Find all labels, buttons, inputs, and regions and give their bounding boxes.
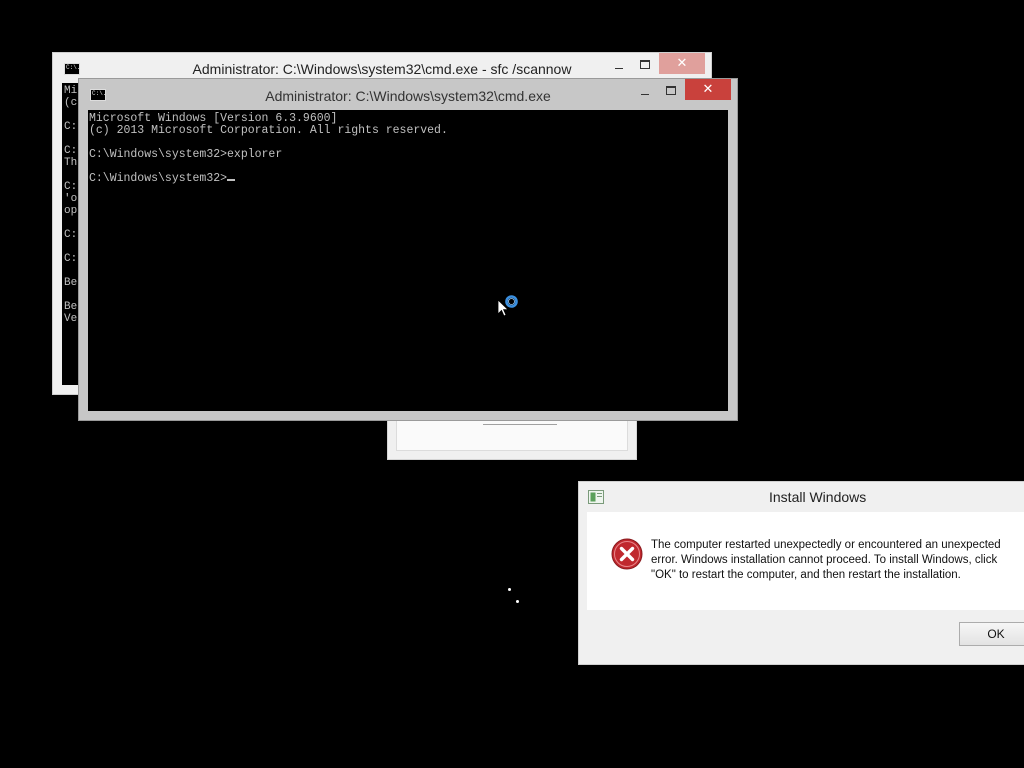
hidden-dialog-button[interactable] — [483, 421, 557, 425]
error-message: The computer restarted unexpectedly or e… — [651, 539, 1001, 581]
desktop-dot — [516, 600, 519, 603]
install-dialog-title: Install Windows — [769, 489, 867, 505]
cmd-prompt: C:\Windows\system32> — [89, 172, 228, 185]
minimize-button[interactable] — [607, 53, 631, 75]
cmd-titlebar[interactable]: C:\. Administrator: C:\Windows\system32\… — [79, 79, 737, 109]
cmd-console[interactable]: Microsoft Windows [Version 6.3.9600] (c)… — [88, 110, 728, 411]
install-dialog-content: The computer restarted unexpectedly or e… — [587, 512, 1024, 610]
close-button[interactable]: ✕ — [659, 53, 705, 74]
desktop-dot — [508, 588, 511, 591]
maximize-button[interactable] — [659, 79, 683, 101]
install-windows-dialog[interactable]: Install Windows The computer restarted u… — [578, 481, 1024, 665]
install-dialog-titlebar[interactable]: Install Windows — [579, 482, 1024, 512]
cmd-window[interactable]: C:\. Administrator: C:\Windows\system32\… — [78, 78, 738, 421]
text-cursor — [227, 179, 236, 181]
busy-cursor-icon — [497, 295, 518, 317]
ok-button[interactable]: OK — [959, 622, 1024, 646]
error-icon — [611, 538, 643, 570]
cmd-output-lines: Microsoft Windows [Version 6.3.9600] (c)… — [89, 112, 448, 161]
cmd-output: Microsoft Windows [Version 6.3.9600] (c)… — [88, 110, 728, 188]
maximize-button[interactable] — [633, 53, 657, 75]
minimize-button[interactable] — [633, 79, 657, 101]
close-button[interactable]: ✕ — [685, 79, 731, 100]
